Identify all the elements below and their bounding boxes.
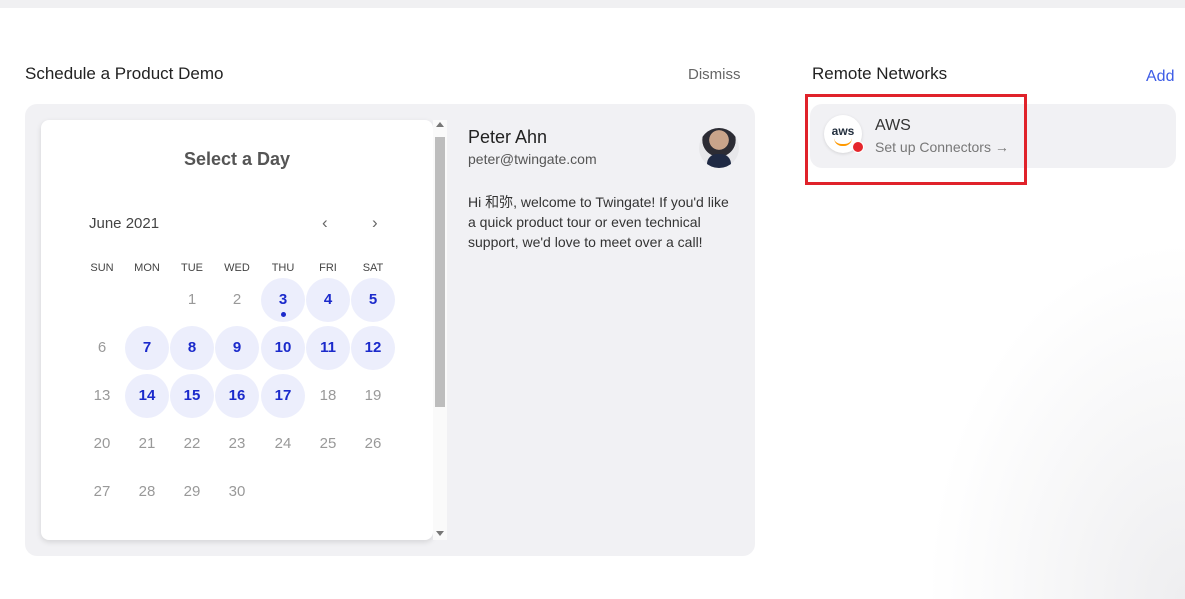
weekday-thu: THU xyxy=(271,262,295,274)
calendar-day[interactable]: 3 xyxy=(261,278,305,322)
calendar-day[interactable]: 8 xyxy=(170,326,214,370)
calendar-day: 23 xyxy=(228,435,246,452)
calendar-day[interactable]: 9 xyxy=(215,326,259,370)
weekday-sat: SAT xyxy=(362,262,384,274)
calendar-day: 25 xyxy=(319,435,337,452)
calendar-day[interactable]: 5 xyxy=(351,278,395,322)
remote-networks-title: Remote Networks xyxy=(812,64,948,83)
calendar-day[interactable]: 14 xyxy=(125,374,169,418)
calendar-day: 24 xyxy=(274,435,292,452)
weekday-mon: MON xyxy=(134,262,160,274)
top-bar xyxy=(0,0,1185,8)
avatar-shirt xyxy=(707,154,731,168)
chevron-left-icon[interactable]: ‹ xyxy=(322,213,328,233)
calendar-day: 6 xyxy=(97,339,107,356)
calendar-day[interactable]: 12 xyxy=(351,326,395,370)
calendar-day: 28 xyxy=(138,483,156,500)
chevron-right-icon[interactable]: › xyxy=(372,213,378,233)
weekday-wed: WED xyxy=(224,262,250,274)
demo-section-title: Schedule a Product Demo xyxy=(25,64,224,83)
demo-panel: Select a Day June 2021 ‹ › SUN MON TUE WED T… xyxy=(25,104,755,556)
calendar-day[interactable]: 7 xyxy=(125,326,169,370)
scroll-up-icon[interactable] xyxy=(436,122,444,127)
calendar-day[interactable]: 17 xyxy=(261,374,305,418)
scroll-down-icon[interactable] xyxy=(436,531,444,536)
calendar-day: 1 xyxy=(187,291,197,308)
calendar-day: 19 xyxy=(364,387,382,404)
calendar-day: 29 xyxy=(183,483,201,500)
calendar-title: Select a Day xyxy=(183,149,291,169)
calendar-day: 26 xyxy=(364,435,382,452)
host-name: Peter Ahn xyxy=(468,127,548,147)
weekday-sun: SUN xyxy=(90,262,114,274)
calendar-day[interactable]: 16 xyxy=(215,374,259,418)
add-network-button[interactable]: Add xyxy=(1146,68,1174,86)
calendar-day[interactable]: 4 xyxy=(306,278,350,322)
calendar-day: 22 xyxy=(183,435,201,452)
weekday-fri: FRI xyxy=(319,262,337,274)
welcome-message: Hi 和弥, welcome to Twingate! If you'd lik… xyxy=(468,194,729,250)
calendar-day: 18 xyxy=(319,387,337,404)
highlight-box xyxy=(805,94,1027,185)
calendar-day[interactable]: 11 xyxy=(306,326,350,370)
avatar xyxy=(699,128,739,168)
host-email: peter@twingate.com xyxy=(468,151,597,167)
calendar-day: 13 xyxy=(93,387,111,404)
calendar-scrollbar[interactable] xyxy=(433,120,447,540)
calendar-day[interactable]: 10 xyxy=(261,326,305,370)
calendar-day: 27 xyxy=(93,483,111,500)
calendar-day: 20 xyxy=(93,435,111,452)
scrollbar-thumb[interactable] xyxy=(435,137,445,407)
calendar-card: Select a Day June 2021 ‹ › SUN MON TUE WED T… xyxy=(41,120,433,540)
background-gradient xyxy=(925,239,1185,599)
calendar-day: 2 xyxy=(232,291,242,308)
calendar-month: June 2021 xyxy=(89,215,160,232)
calendar-day[interactable]: 15 xyxy=(170,374,214,418)
weekday-tue: TUE xyxy=(181,262,203,274)
dismiss-button[interactable]: Dismiss xyxy=(688,66,741,83)
calendar-day: 30 xyxy=(228,483,246,500)
calendar-day: 21 xyxy=(138,435,156,452)
today-dot-icon xyxy=(281,312,286,317)
